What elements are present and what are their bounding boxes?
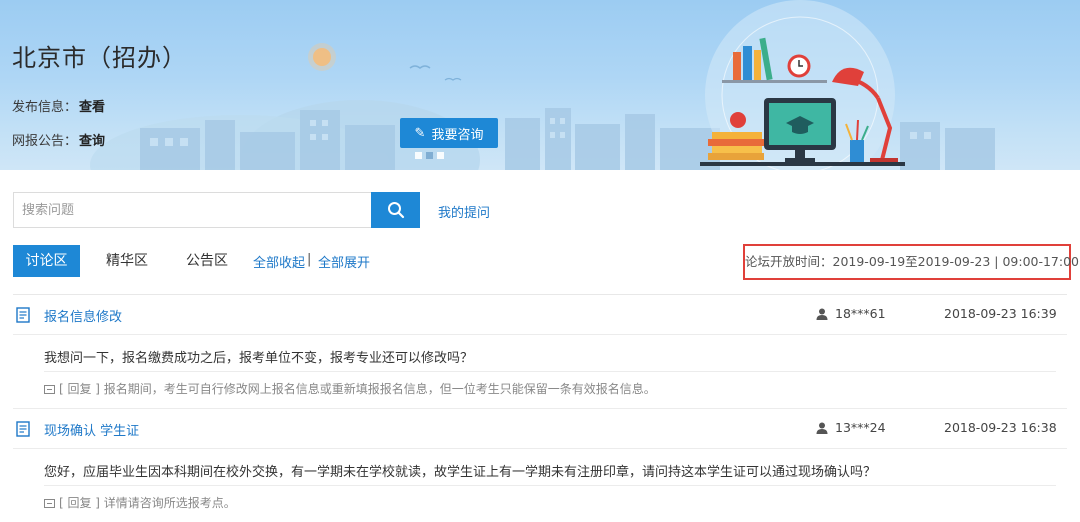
divider <box>13 334 1067 335</box>
publish-info-view-link[interactable]: 查看 <box>79 100 105 115</box>
post-title[interactable]: 现场确认 学生证 <box>44 420 139 439</box>
search-input[interactable] <box>13 192 371 228</box>
consult-button-label: 我要咨询 <box>431 127 484 143</box>
reply-icon <box>44 499 55 508</box>
search-icon <box>387 202 404 219</box>
post-header: 报名信息修改 18***61 2018-09-23 16:39 <box>0 295 1080 335</box>
tab-featured[interactable]: 精华区 <box>106 245 148 277</box>
search-button[interactable] <box>371 192 420 228</box>
post-reply-text: [ 回复 ] 详情请咨询所选报考点。 <box>59 496 236 510</box>
forum-open-time: 论坛开放时间：2019-09-19至2019-09-23 | 09:00-17:… <box>743 244 1079 280</box>
user-icon <box>816 422 828 434</box>
banner-illustration <box>90 0 995 170</box>
document-icon <box>16 307 30 323</box>
document-icon <box>16 421 30 437</box>
carousel-dot-active[interactable] <box>426 152 433 159</box>
post-question: 您好，应届毕业生因本科期间在校外交换，有一学期未在学校就读，故学生证上有一学期未… <box>44 465 877 480</box>
post-timestamp: 2018-09-23 16:39 <box>944 306 1057 321</box>
toggle-separator: | <box>307 252 312 267</box>
consult-button[interactable]: ✎ 我要咨询 <box>400 118 498 148</box>
post-timestamp: 2018-09-23 16:38 <box>944 420 1057 435</box>
collapse-all-link[interactable]: 全部收起 <box>253 252 305 271</box>
banner-carousel-indicators <box>415 152 444 159</box>
exam-notice-row: 网报公告： 查询 <box>12 130 105 149</box>
tab-notice[interactable]: 公告区 <box>186 245 228 277</box>
publish-info-row: 发布信息： 查看 <box>12 96 105 115</box>
tab-discussion[interactable]: 讨论区 <box>13 245 80 277</box>
post-author: 13***24 <box>835 420 886 435</box>
exam-notice-label: 网报公告： <box>12 134 78 149</box>
post-question: 我想问一下，报名缴费成功之后，报考单位不变，报考专业还可以修改吗？ <box>44 351 474 366</box>
carousel-dot[interactable] <box>415 152 422 159</box>
post-reply: [ 回复 ] 详情请咨询所选报考点。 <box>44 494 236 511</box>
pencil-icon: ✎ <box>414 125 426 141</box>
divider <box>44 485 1056 486</box>
post-title[interactable]: 报名信息修改 <box>44 306 122 325</box>
banner: 北京市（招办） 发布信息： 查看 网报公告： 查询 ✎ 我要咨询 <box>0 0 1080 170</box>
carousel-dot[interactable] <box>437 152 444 159</box>
expand-all-link[interactable]: 全部展开 <box>318 252 370 271</box>
post-reply: [ 回复 ] 报名期间，考生可自行修改网上报名信息或重新填报报名信息，但一位考生… <box>44 380 656 397</box>
user-icon <box>816 308 828 320</box>
divider <box>44 371 1056 372</box>
my-questions-link[interactable]: 我的提问 <box>438 202 490 221</box>
reply-icon <box>44 385 55 394</box>
page-title: 北京市（招办） <box>12 44 187 72</box>
post-reply-text: [ 回复 ] 报名期间，考生可自行修改网上报名信息或重新填报报名信息，但一位考生… <box>59 382 656 396</box>
publish-info-label: 发布信息： <box>12 100 78 115</box>
post-author: 18***61 <box>835 306 886 321</box>
exam-notice-query-link[interactable]: 查询 <box>79 134 105 149</box>
divider <box>13 448 1067 449</box>
post-header: 现场确认 学生证 13***24 2018-09-23 16:38 <box>0 409 1080 449</box>
